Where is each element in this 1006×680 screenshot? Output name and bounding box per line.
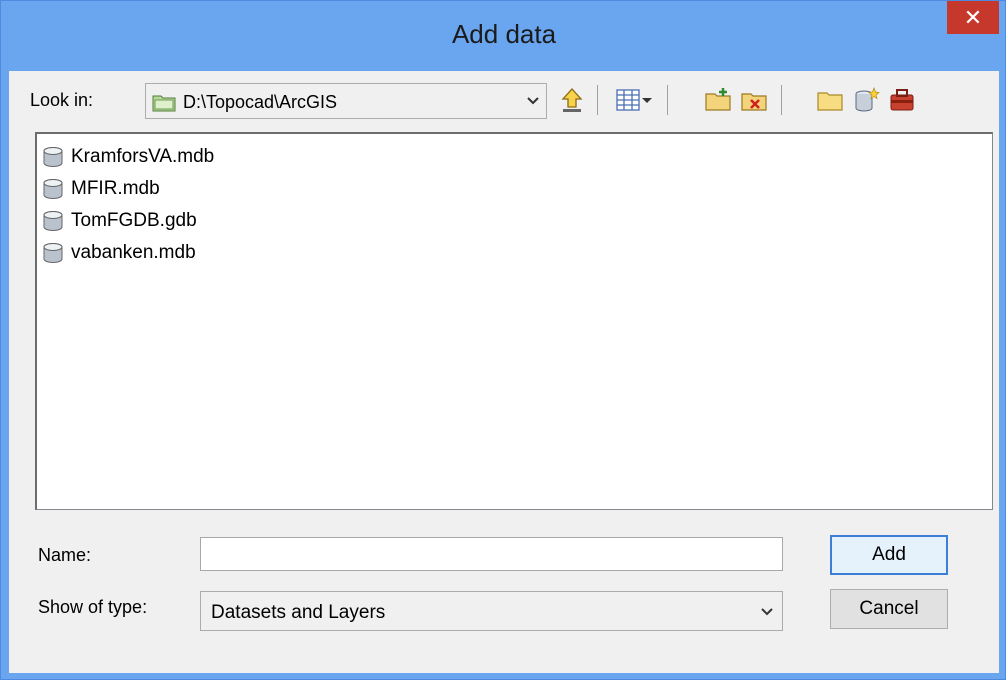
show-type-combobox[interactable]: Datasets and Layers	[200, 591, 783, 631]
chevron-down-icon[interactable]	[526, 92, 540, 110]
file-name: KramforsVA.mdb	[71, 146, 215, 167]
show-type-label: Show of type:	[38, 597, 148, 617]
window-title: Add data	[451, 19, 557, 49]
name-field[interactable]	[200, 537, 783, 571]
add-button[interactable]: Add	[830, 535, 948, 575]
list-item[interactable]: MFIR.mdb	[41, 174, 160, 204]
geodatabase-icon	[43, 147, 63, 167]
file-name: TomFGDB.gdb	[71, 210, 197, 231]
geodatabase-icon	[43, 211, 63, 231]
list-item[interactable]: KramforsVA.mdb	[41, 142, 214, 172]
list-item[interactable]: TomFGDB.gdb	[41, 206, 197, 236]
cancel-button[interactable]: Cancel	[830, 589, 948, 629]
view-dropdown-icon[interactable]	[639, 85, 655, 115]
new-folder-icon[interactable]	[815, 85, 845, 115]
file-name: MFIR.mdb	[71, 178, 160, 199]
folder-connection-icon	[152, 95, 176, 112]
toolbar-separator	[667, 85, 668, 115]
toolbar-separator	[781, 85, 782, 115]
look-in-combobox[interactable]: D:\Topocad\ArcGIS	[145, 83, 547, 119]
close-button[interactable]: ✕	[947, 1, 999, 34]
geodatabase-icon	[43, 179, 63, 199]
folder-up-icon[interactable]	[557, 85, 587, 115]
new-geodatabase-icon[interactable]	[851, 85, 881, 115]
chevron-down-icon[interactable]	[760, 603, 774, 621]
toolbox-icon[interactable]	[887, 85, 917, 115]
toolbar-separator	[597, 85, 598, 115]
name-label: Name:	[38, 545, 92, 565]
add-data-dialog: Add data ✕ Look in: D:\Topocad\ArcGIS Kr…	[0, 0, 1006, 680]
file-name: vabanken.mdb	[71, 242, 196, 263]
file-list[interactable]: KramforsVA.mdb MFIR.mdb TomFGDB.gdb vaba…	[35, 132, 993, 510]
list-item[interactable]: vabanken.mdb	[41, 238, 196, 268]
look-in-label: Look in:	[30, 90, 94, 110]
show-type-value: Datasets and Layers	[211, 602, 386, 623]
dialog-body: Look in: D:\Topocad\ArcGIS KramforsVA.md…	[9, 71, 999, 673]
geodatabase-icon	[43, 243, 63, 263]
look-in-path: D:\Topocad\ArcGIS	[183, 92, 338, 112]
connect-folder-icon[interactable]	[703, 85, 733, 115]
title-bar[interactable]: Add data ✕	[1, 1, 1006, 71]
disconnect-folder-icon[interactable]	[739, 85, 769, 115]
